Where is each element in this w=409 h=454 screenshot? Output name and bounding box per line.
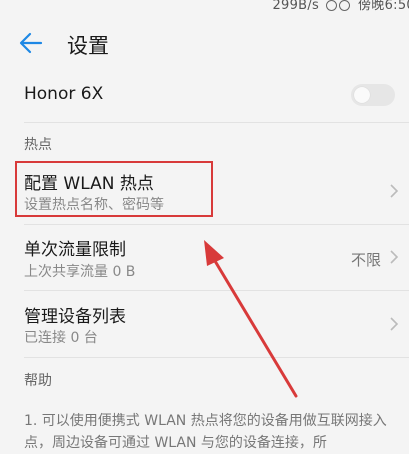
status-clock: 傍晚6:50 (358, 0, 409, 13)
item-subtitle: 上次共享流量 0 B (24, 264, 136, 280)
sync-icon (338, 0, 350, 11)
divider (24, 122, 409, 123)
toggle-knob (354, 87, 370, 103)
single-traffic-limit-item[interactable]: 单次流量限制 上次共享流量 0 B 不限 (0, 226, 409, 288)
divider (24, 224, 409, 225)
back-arrow-icon (19, 32, 43, 54)
network-speed: 299B/s (272, 0, 320, 13)
chevron-right-icon (390, 317, 399, 331)
item-title: 管理设备列表 (24, 307, 126, 327)
configure-wlan-hotspot-item[interactable]: 配置 WLAN 热点 设置热点名称、密码等 (0, 160, 409, 222)
traffic-limit-value: 不限 (350, 251, 381, 269)
divider (24, 357, 409, 358)
device-name: Honor 6X (24, 84, 104, 104)
status-bar: 299B/s 傍晚6:50 (0, 0, 409, 18)
section-label-help: 帮助 (24, 373, 52, 389)
item-subtitle: 已连接 0 台 (24, 330, 98, 346)
help-text: 1. 可以使用便携式 WLAN 热点将您的设备用做互联网接入点，周边设备可通过 … (24, 413, 387, 451)
manage-device-list-item[interactable]: 管理设备列表 已连接 0 台 (0, 292, 409, 354)
status-icons (325, 0, 352, 13)
hotspot-toggle[interactable] (351, 84, 395, 106)
header: 设置 (0, 18, 409, 70)
section-label-hotspot: 热点 (24, 137, 52, 153)
item-title: 单次流量限制 (24, 240, 126, 260)
item-title: 配置 WLAN 热点 (24, 174, 154, 194)
alarm-icon (325, 0, 337, 11)
divider (24, 290, 409, 291)
device-row[interactable]: Honor 6X (0, 70, 409, 122)
page-title: 设置 (67, 34, 109, 58)
back-button[interactable] (18, 28, 44, 58)
status-text: 299B/s 傍晚6:50 (272, 0, 409, 13)
item-subtitle: 设置热点名称、密码等 (24, 197, 164, 213)
chevron-right-icon (390, 250, 399, 264)
chevron-right-icon (390, 184, 399, 198)
